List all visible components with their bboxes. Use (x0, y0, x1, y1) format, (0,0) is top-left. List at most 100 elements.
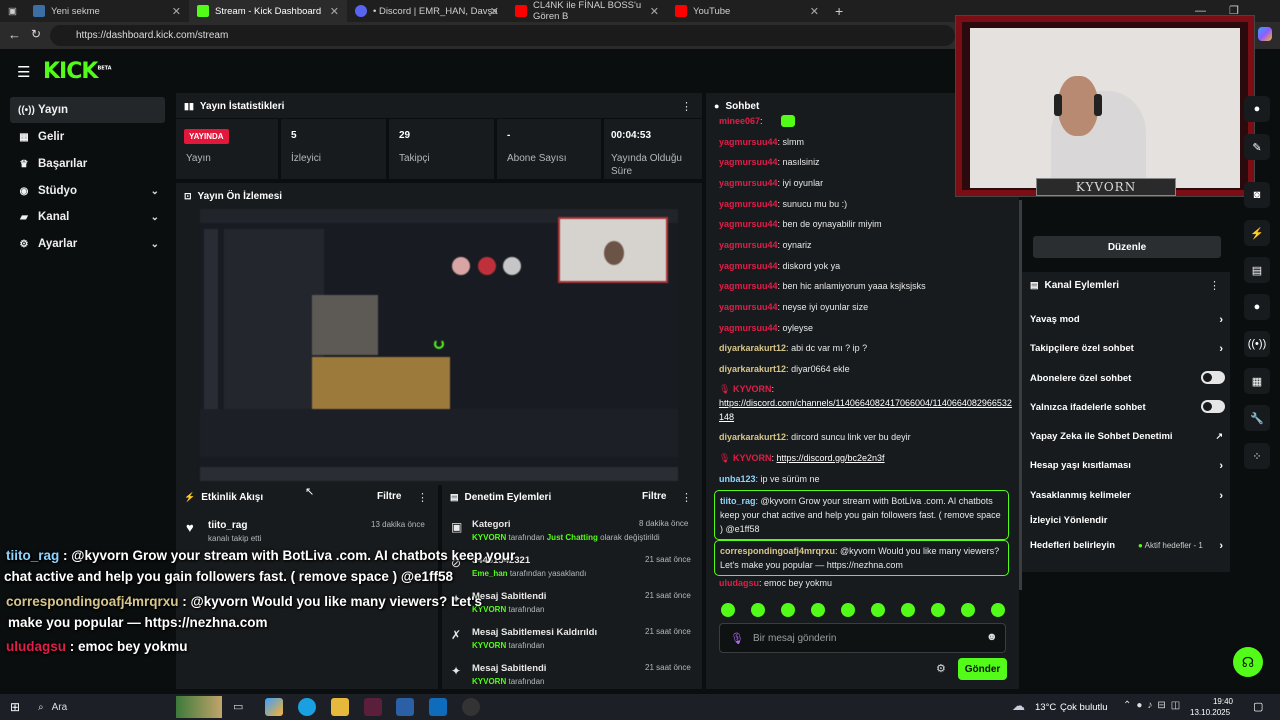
mic-icon[interactable]: 🎙 (730, 632, 744, 645)
chevron-right-icon: › (1219, 490, 1223, 502)
channel-actions-title: Kanal Eylemleri (1044, 279, 1119, 291)
close-icon[interactable]: ✕ (650, 5, 659, 18)
file-explorer-icon[interactable] (331, 698, 349, 716)
subscribers-only-toggle[interactable] (1201, 371, 1225, 384)
chat-message: yagmursuu44: diskord yok ya (719, 261, 841, 271)
emote-icon[interactable] (841, 603, 855, 617)
emote-icon[interactable] (781, 603, 795, 617)
pencil-icon[interactable]: ✎ (1244, 134, 1270, 160)
app-icon[interactable] (364, 698, 382, 716)
loading-spinner-icon (434, 339, 444, 349)
action-set-goals[interactable]: Hedefleri belirleyin ● Aktif hedefler - 1… (1030, 540, 1225, 552)
webcam-name-plate: KYVORN (1036, 178, 1176, 196)
activity-filter-button[interactable]: Filtre (377, 491, 401, 502)
chat-bubble-icon[interactable]: ● (1244, 294, 1270, 320)
action-account-age[interactable]: Hesap yaşı kısıtlaması › (1030, 460, 1225, 472)
chat-link[interactable]: https://discord.gg/bc2e2n3f (776, 453, 884, 463)
more-options-icon[interactable]: ⋮ (1209, 279, 1220, 292)
revenue-icon: ▦ (19, 131, 29, 143)
weather-text: Çok bulutlu (1060, 702, 1108, 713)
action-redirect-viewers[interactable]: İzleyici Yönlendir (1030, 515, 1225, 526)
preview-webcam (558, 217, 668, 283)
chevron-right-icon: › (1219, 343, 1223, 355)
copilot-icon[interactable] (1258, 27, 1272, 41)
refresh-icon[interactable]: ↻ (31, 27, 41, 41)
chat-input[interactable]: 🎙 Bir mesaj gönderin ☻ (719, 623, 1006, 653)
notification-icon[interactable]: ▢ (1253, 700, 1263, 713)
stats-title: Yayın İstatistikleri (199, 100, 285, 112)
bolt-icon[interactable]: ⚡ (1244, 220, 1270, 246)
layout-icon[interactable]: ▦ (1244, 368, 1270, 394)
dot-icon[interactable]: ● (1244, 96, 1270, 122)
action-ai-moderation[interactable]: Yapay Zeka ile Sohbet Denetimi ↗ (1030, 431, 1225, 442)
moderation-row: ✦ Mesaj Sabitlendi KYVORN tarafından 21 … (451, 663, 691, 686)
camera-icon[interactable]: ◙ (1244, 182, 1270, 208)
emote-icon[interactable] (811, 603, 825, 617)
tab-discord[interactable]: • Discord | EMR_HAN, Davşa ✕ (347, 0, 507, 22)
broadcast-icon[interactable]: ((•)) (1244, 331, 1270, 357)
preview-icon: ⊡ (184, 190, 192, 201)
close-icon[interactable]: ✕ (810, 5, 819, 18)
tab-youtube[interactable]: YouTube ✕ (667, 0, 827, 22)
chat-settings-gear-icon[interactable]: ⚙ (936, 662, 946, 675)
kick-logo[interactable]: KICKBETA (43, 59, 112, 84)
url-field[interactable]: https://dashboard.kick.com/stream (50, 25, 955, 46)
sidebar-item-kanal[interactable]: ▰ Kanal ⌄ (10, 204, 165, 230)
sidebar-item-ayarlar[interactable]: ⚙ Ayarlar ⌄ (10, 231, 165, 257)
more-options-icon[interactable]: ⋮ (681, 100, 692, 113)
chat-link[interactable]: https://discord.com/channels/11406640824… (719, 398, 1012, 422)
system-tray-icons[interactable]: ⌃●♪⊟◫ (1123, 700, 1185, 711)
sidebar-item-yayin[interactable]: ((•)) Yayın (10, 97, 165, 123)
sidebar-item-gelir[interactable]: ▦ Gelir (10, 124, 165, 150)
emote-icon[interactable] (961, 603, 975, 617)
support-headset-icon[interactable]: ☊ (1233, 647, 1263, 677)
store-icon[interactable] (396, 698, 414, 716)
emote-icon[interactable] (751, 603, 765, 617)
action-subscribers-only: Abonelere özel sohbet (1030, 371, 1225, 384)
chat-message: yagmursuu44: oynariz (719, 240, 812, 250)
emote-icon[interactable] (721, 603, 735, 617)
edit-button[interactable]: Düzenle (1033, 236, 1221, 258)
category-icon: ▣ (451, 520, 463, 534)
tab-new[interactable]: Yeni sekme ✕ (25, 0, 189, 22)
emote-icon[interactable] (901, 603, 915, 617)
stat-uptime: 00:04:53 Yayında Olduğu Süre (604, 119, 702, 179)
copilot-taskbar-icon[interactable] (265, 698, 283, 716)
outlook-icon[interactable] (429, 698, 447, 716)
tab-actions-icon[interactable]: ▣ (0, 0, 25, 22)
close-icon[interactable]: ✕ (330, 5, 339, 18)
dots-icon[interactable]: ⁘ (1244, 443, 1270, 469)
close-icon[interactable]: ✕ (490, 5, 499, 18)
chat-message: diyarkarakurt12: dircord suncu link ver … (719, 432, 911, 442)
document-icon[interactable]: ▤ (1244, 257, 1270, 283)
emote-icon[interactable] (931, 603, 945, 617)
sidebar-item-studyo[interactable]: ◉ Stüdyo ⌄ (10, 178, 165, 204)
action-slow-mode[interactable]: Yavaş mod › (1030, 314, 1225, 326)
emoji-picker-icon[interactable]: ☻ (986, 631, 998, 643)
tab-kick-dashboard[interactable]: Stream - Kick Dashboard ✕ (189, 0, 347, 22)
more-options-icon[interactable]: ⋮ (681, 491, 692, 504)
task-view-icon[interactable]: ▭ (233, 700, 243, 713)
emote-icon[interactable] (871, 603, 885, 617)
close-icon[interactable]: ✕ (172, 5, 181, 18)
send-button[interactable]: Gönder (958, 658, 1007, 680)
clock-time: 19:40 (1212, 697, 1233, 706)
action-banned-words[interactable]: Yasaklanmış kelimeler › (1030, 490, 1225, 502)
edge-icon[interactable] (298, 698, 316, 716)
stream-preview[interactable] (200, 209, 678, 481)
back-arrow-icon[interactable]: ← (8, 27, 21, 42)
obs-icon[interactable] (462, 698, 480, 716)
wrench-icon[interactable]: 🔧 (1244, 405, 1270, 431)
new-tab-button[interactable]: + (827, 0, 851, 22)
moderation-filter-button[interactable]: Filtre (642, 491, 666, 502)
more-options-icon[interactable]: ⋮ (417, 491, 428, 504)
emotes-only-toggle[interactable] (1201, 400, 1225, 413)
windows-start-icon[interactable]: ⊞ (10, 700, 20, 714)
tab-youtube-video[interactable]: CL4NK ile FİNAL BOSS'u Gören B ✕ (507, 0, 667, 22)
action-followers-only[interactable]: Takipçilere özel sohbet › (1030, 343, 1225, 355)
emote-icon[interactable] (991, 603, 1005, 617)
sidebar-item-basarilar[interactable]: ♛ Başarılar (10, 151, 165, 177)
new-tab-icon (33, 5, 45, 17)
stats-panel-header: ▮▮ Yayın İstatistikleri ⋮ (176, 93, 702, 118)
hamburger-menu-icon[interactable]: ☰ (17, 63, 30, 81)
